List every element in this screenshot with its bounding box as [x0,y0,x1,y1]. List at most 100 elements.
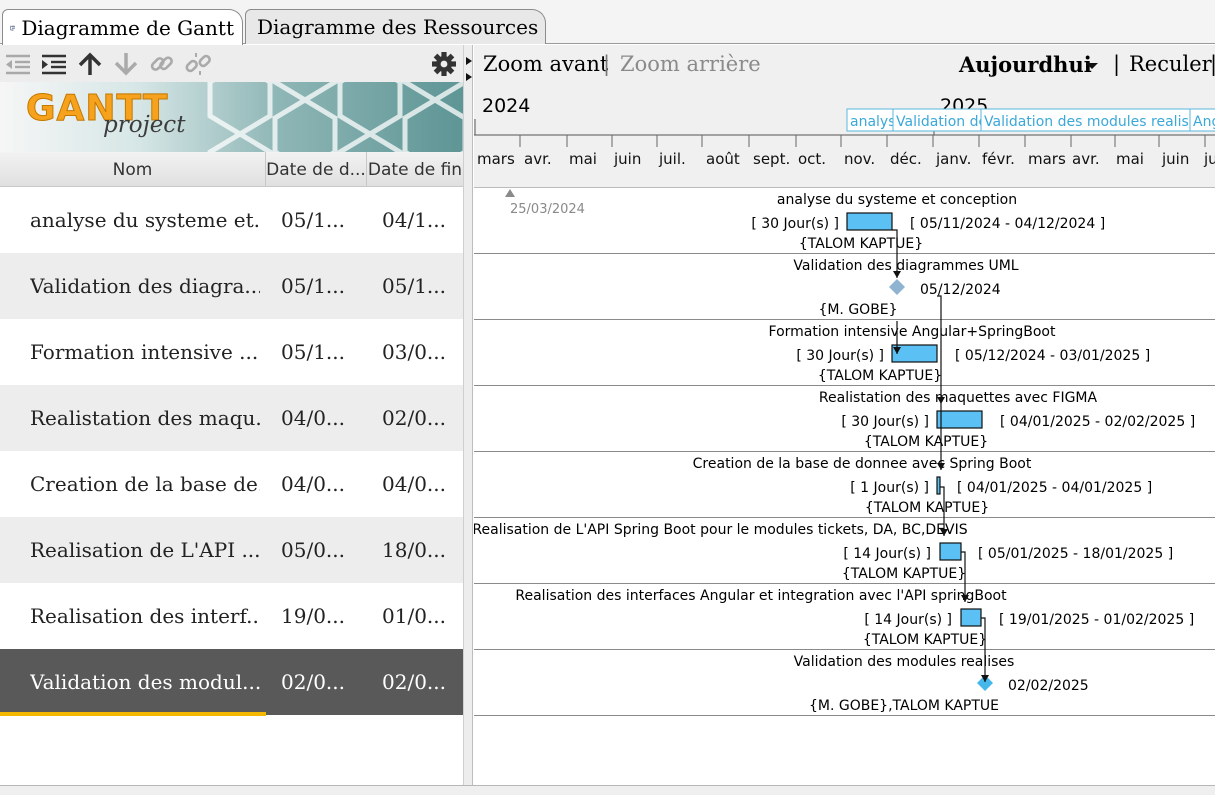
month-label: avr. [1072,150,1100,168]
gantt-date-range: [ 05/11/2024 - 04/12/2024 ] [910,216,1105,232]
status-bar [0,785,1215,795]
gantt-duration-label: [ 1 Jour(s) ] [850,480,929,496]
zoom-in-button[interactable]: Zoom avant [483,52,608,76]
arrow-down-icon [114,53,138,76]
selection-accent-bar [0,712,266,716]
zoom-out-button[interactable]: Zoom arrière [620,52,761,76]
task-name-cell: Realisation des interf... [30,604,260,628]
gantt-icon [10,25,15,31]
task-end-cell: 02/0... [382,406,446,430]
gantt-chart-panel: Zoom avant | Zoom arrière Aujourdhui | R… [474,45,1215,785]
gantt-task[interactable]: Realisation de L'API Spring Boot pour le… [474,522,1173,582]
gantt-duration-label: [ 30 Jour(s) ] [841,414,929,430]
task-row[interactable]: Creation de la base de... 04/0... 04/0... [0,451,463,517]
tab-gantt-label: Diagramme de Gantt [21,15,234,40]
tab-gantt[interactable]: Diagramme de Gantt [2,9,243,45]
gantt-bar[interactable] [936,410,983,429]
panel-splitter[interactable] [463,45,473,785]
task-name-cell: Realistation des maqu... [30,406,260,430]
gantt-task[interactable]: Creation de la base de donnee avec Sprin… [693,456,1153,516]
timeline-milestone-label: Validation des modules realises [984,114,1205,130]
column-header-end[interactable]: Date de fin [367,152,463,187]
month-label: mars [1028,150,1066,168]
task-row[interactable]: Realisation des interf... 19/0... 01/0... [0,583,463,649]
timeline-milestone-label: Validation des [896,114,994,130]
gantt-bar[interactable] [960,608,982,627]
task-row[interactable]: analyse du systeme et... 05/1... 04/1... [0,187,463,253]
chevron-down-icon[interactable] [1085,62,1099,70]
timeline-milestone-tag[interactable]: Validation des modules realises [980,108,1205,132]
task-start-cell: 04/0... [281,406,345,430]
gantt-date-range: [ 19/01/2025 - 01/02/2025 ] [999,612,1194,628]
task-row[interactable]: Realistation des maqu... 04/0... 02/0... [0,385,463,451]
month-label: févr. [982,150,1015,168]
task-row[interactable]: Validation des diagra... 05/1... 05/1... [0,253,463,319]
gantt-date-range: [ 05/12/2024 - 03/01/2025 ] [955,348,1150,364]
task-row[interactable]: Validation des modul... 02/0... 02/0... [0,649,463,715]
gantt-task[interactable]: Realistation des maquettes avec FIGMA [ 3… [819,390,1195,450]
gantt-bar[interactable] [939,542,962,561]
task-toolbar [0,45,463,82]
toolbar-separator-2: | [1113,52,1121,76]
month-label: juin [1161,150,1189,168]
move-up-button[interactable] [76,51,104,77]
task-end-cell: 02/0... [382,670,446,694]
task-start-cell: 05/1... [281,208,345,232]
back-button[interactable]: Reculer [1129,52,1212,76]
task-tree-panel: GANTT project Nom Date de d... Date de f… [0,45,463,785]
dependency-arrow [937,295,945,404]
gantt-task-title: Formation intensive Angular+SpringBoot [769,324,1056,340]
column-header-row: Nom Date de d... Date de fin [0,152,463,187]
tab-bar: Diagramme de Gantt Diagramme des Ressour… [0,0,1215,45]
task-row[interactable]: Realisation de L'API ... 05/0... 18/0... [0,517,463,583]
gantt-resource-label: {M. GOBE} [818,302,897,318]
gantt-task-title: Validation des diagrammes UML [793,258,1018,274]
gantt-task[interactable]: Formation intensive Angular+SpringBoot [ … [769,324,1151,384]
column-header-name[interactable]: Nom [0,152,266,187]
gantt-date-range: [ 05/01/2025 - 18/01/2025 ] [978,546,1173,562]
gantt-chart-area[interactable]: 25/03/2024 analyse du systeme et concepti… [474,188,1215,785]
task-row[interactable]: Formation intensive ... 05/1... 03/0... [0,319,463,385]
task-end-cell: 03/0... [382,340,446,364]
timeline-header: 2024 2025 mars avr. mai juin juil. août sept. oct… [474,85,1215,188]
month-label: août [706,150,740,168]
timeline-milestone-tag[interactable]: Validation des [892,108,994,132]
timeline-milestone-label: Ang [1193,114,1215,130]
gantt-task[interactable]: Validation des diagrammes UML 05/12/2024 {… [793,258,1018,318]
timeline-milestone-label: analys [850,114,896,130]
gantt-task[interactable]: analyse du systeme et conception [ 30 Jou… [751,192,1105,252]
column-header-start[interactable]: Date de d... [266,152,367,187]
month-label: mai [1116,150,1144,168]
unlink-button[interactable] [184,51,212,77]
indent-icon [42,54,66,75]
link-icon [150,56,173,71]
settings-button[interactable] [430,51,458,77]
gantt-duration-label: [ 14 Jour(s) ] [843,546,931,562]
task-name-cell: analyse du systeme et... [30,208,260,232]
outdent-icon [6,54,30,75]
gantt-resource-label: {TALOM KAPTUE} [865,500,989,516]
gantt-bar[interactable] [846,212,893,231]
timeline-milestone-tag[interactable]: analys [846,108,896,132]
tab-resources[interactable]: Diagramme des Ressources [245,9,546,44]
gantt-milestone-date: 05/12/2024 [920,282,1001,298]
gantt-task[interactable]: Validation des modules realises 02/02/202… [794,654,1089,714]
gantt-bar[interactable] [936,476,941,495]
gantt-task[interactable]: Realisation des interfaces Angular et in… [515,588,1194,648]
link-button[interactable] [148,51,176,77]
gantt-duration-label: [ 30 Jour(s) ] [751,216,839,232]
outdent-button[interactable] [4,51,32,77]
indent-button[interactable] [40,51,68,77]
month-label: ju [1203,150,1215,168]
year-label: 2024 [482,95,530,117]
task-name-cell: Validation des modul... [30,670,260,694]
move-down-button[interactable] [112,51,140,77]
toolbar-separator-3: | [1210,52,1215,76]
month-label: déc. [890,150,922,168]
gantt-milestone[interactable] [889,279,905,295]
logo-project-text: project [103,112,186,138]
timeline-milestone-tag[interactable]: Ang [1189,108,1215,132]
tab-resources-label: Diagramme des Ressources [257,15,539,39]
today-button[interactable]: Aujourdhui [959,52,1092,77]
gantt-task-title: Realistation des maquettes avec FIGMA [819,390,1098,406]
